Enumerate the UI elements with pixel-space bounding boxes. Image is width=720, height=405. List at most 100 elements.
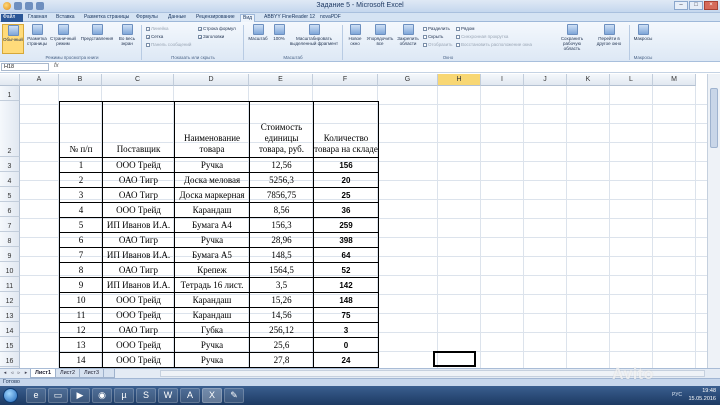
row-header-4[interactable]: 4 [0, 172, 20, 187]
cell-supplier[interactable]: ООО Трейд [102, 202, 175, 218]
row-header-8[interactable]: 8 [0, 232, 20, 247]
cell-quantity[interactable]: 64 [313, 247, 379, 263]
cell-supplier[interactable]: ОАО Тигр [102, 262, 175, 278]
sync-scroll-button[interactable]: Синхронная прокрутка [456, 34, 508, 39]
column-header-h[interactable]: H [438, 74, 481, 86]
select-all-corner[interactable] [0, 74, 20, 86]
hide-button[interactable]: Скрыть [423, 34, 443, 39]
tab-formulas[interactable]: Формулы [134, 14, 160, 22]
column-header-e[interactable]: E [249, 74, 313, 86]
cell-product[interactable]: Ручка [174, 157, 250, 173]
firefox-icon[interactable]: ◉ [92, 388, 112, 403]
cell-product[interactable]: Карандаш [174, 202, 250, 218]
cell-number[interactable]: 4 [59, 202, 103, 218]
column-header-k[interactable]: K [567, 74, 610, 86]
column-header-c[interactable]: C [102, 74, 174, 86]
message-bar-checkbox[interactable]: Панель сообщений [146, 42, 191, 47]
word-icon[interactable]: W [158, 388, 178, 403]
zoom-selection-button[interactable]: Масштабировать выделенный фрагмент [289, 24, 339, 46]
cell-product[interactable]: Крепеж [174, 262, 250, 278]
first-sheet-arrow-icon[interactable]: ◂ [2, 370, 8, 377]
cell-price[interactable]: 27,8 [249, 352, 314, 368]
cell-supplier[interactable]: ООО Трейд [102, 352, 175, 368]
cell-number[interactable]: 8 [59, 262, 103, 278]
ruler-checkbox[interactable]: ✓ Линейка [146, 26, 169, 31]
cell-quantity[interactable]: 156 [313, 157, 379, 173]
row-header-3[interactable]: 3 [0, 157, 20, 172]
cell-price[interactable]: 7856,75 [249, 187, 314, 203]
cell-number[interactable]: 14 [59, 352, 103, 368]
formula-bar-checkbox[interactable]: ✓ Строка формул [198, 26, 236, 31]
cell-supplier[interactable]: ООО Трейд [102, 307, 175, 323]
cell-supplier[interactable]: ОАО Тигр [102, 172, 175, 188]
column-header-b[interactable]: B [59, 74, 102, 86]
cell-price[interactable]: 15,26 [249, 292, 314, 308]
clock[interactable]: 19:48 15.05.2016 [688, 387, 716, 403]
cell-supplier[interactable]: ОАО Тигр [102, 232, 175, 248]
row-header-16[interactable]: 16 [0, 352, 20, 367]
cell-supplier[interactable]: ИП Иванов И.А. [102, 247, 175, 263]
cell-number[interactable]: 1 [59, 157, 103, 173]
cell-product[interactable]: Карандаш [174, 292, 250, 308]
cell-product[interactable]: Бумага А4 [174, 217, 250, 233]
cell-supplier[interactable]: ИП Иванов И.А. [102, 277, 175, 293]
sheet-tab-3[interactable]: Лист3 [79, 369, 105, 378]
cell-quantity[interactable]: 259 [313, 217, 379, 233]
cell-price[interactable]: 8,56 [249, 202, 314, 218]
gridlines-checkbox[interactable]: ✓ Сетка [146, 34, 163, 39]
column-header-d[interactable]: D [174, 74, 249, 86]
cell-number[interactable]: 12 [59, 322, 103, 338]
header-number[interactable]: № п/п [59, 101, 103, 158]
cell-supplier[interactable]: ООО Трейд [102, 337, 175, 353]
zoom-100-button[interactable]: 100% [271, 24, 287, 41]
column-header-a[interactable]: A [20, 74, 59, 86]
side-by-side-button[interactable]: Рядом [456, 26, 475, 31]
row-header-6[interactable]: 6 [0, 202, 20, 217]
header-unit-price[interactable]: Стоимость единицы товара, руб. [249, 101, 314, 158]
cell-price[interactable]: 12,56 [249, 157, 314, 173]
cell-price[interactable]: 14,56 [249, 307, 314, 323]
cell-product[interactable]: Карандаш [174, 307, 250, 323]
column-header-f[interactable]: F [313, 74, 378, 86]
unhide-button[interactable]: Отобразить [423, 42, 453, 47]
cell-quantity[interactable]: 25 [313, 187, 379, 203]
cell-number[interactable]: 5 [59, 217, 103, 233]
page-layout-button[interactable]: Разметка страницы [26, 24, 48, 46]
row-header-2[interactable]: 2 [0, 101, 20, 157]
freeze-panes-button[interactable]: Закрепить области [395, 24, 421, 46]
new-window-button[interactable]: Новое окно [345, 24, 365, 46]
cell-price[interactable]: 25,6 [249, 337, 314, 353]
scroll-thumb[interactable] [710, 88, 718, 148]
ie-icon[interactable]: e [26, 388, 46, 403]
cell-price[interactable]: 5256,3 [249, 172, 314, 188]
media-player-icon[interactable]: ▶ [70, 388, 90, 403]
views-button[interactable]: Представления [80, 24, 114, 41]
cell-supplier[interactable]: ОАО Тигр [102, 187, 175, 203]
prev-sheet-arrow-icon[interactable]: ◃ [9, 370, 15, 377]
tab-home[interactable]: Главная [26, 14, 49, 22]
headings-checkbox[interactable]: ✓ Заголовки [198, 34, 224, 39]
tab-review[interactable]: Рецензирование [194, 14, 237, 22]
cell-product[interactable]: Тетрадь 16 лист. [174, 277, 250, 293]
excel-icon[interactable]: X [202, 388, 222, 403]
cell-quantity[interactable]: 75 [313, 307, 379, 323]
tab-abbyy[interactable]: ABBYY FineReader 12 [262, 14, 317, 22]
sheet-tab-1[interactable]: Лист1 [30, 369, 57, 378]
row-header-9[interactable]: 9 [0, 247, 20, 262]
cell-supplier[interactable]: ООО Трейд [102, 157, 175, 173]
tab-insert[interactable]: Вставка [54, 14, 77, 22]
column-header-i[interactable]: I [481, 74, 524, 86]
cell-number[interactable]: 13 [59, 337, 103, 353]
new-sheet-icon[interactable] [103, 369, 115, 378]
cell-product[interactable]: Ручка [174, 337, 250, 353]
split-button[interactable]: Разделить [423, 26, 450, 31]
maximize-button[interactable]: □ [689, 1, 703, 10]
column-header-g[interactable]: G [378, 74, 438, 86]
switch-window-button[interactable]: Перейти в другое окно [592, 24, 626, 46]
last-sheet-arrow-icon[interactable]: ▸ [23, 370, 29, 377]
minimize-button[interactable]: – [674, 1, 688, 10]
row-header-5[interactable]: 5 [0, 187, 20, 202]
zoom-button[interactable]: Масштаб [246, 24, 270, 41]
normal-view-button[interactable]: Обычный [2, 24, 24, 54]
cell-price[interactable]: 256,12 [249, 322, 314, 338]
